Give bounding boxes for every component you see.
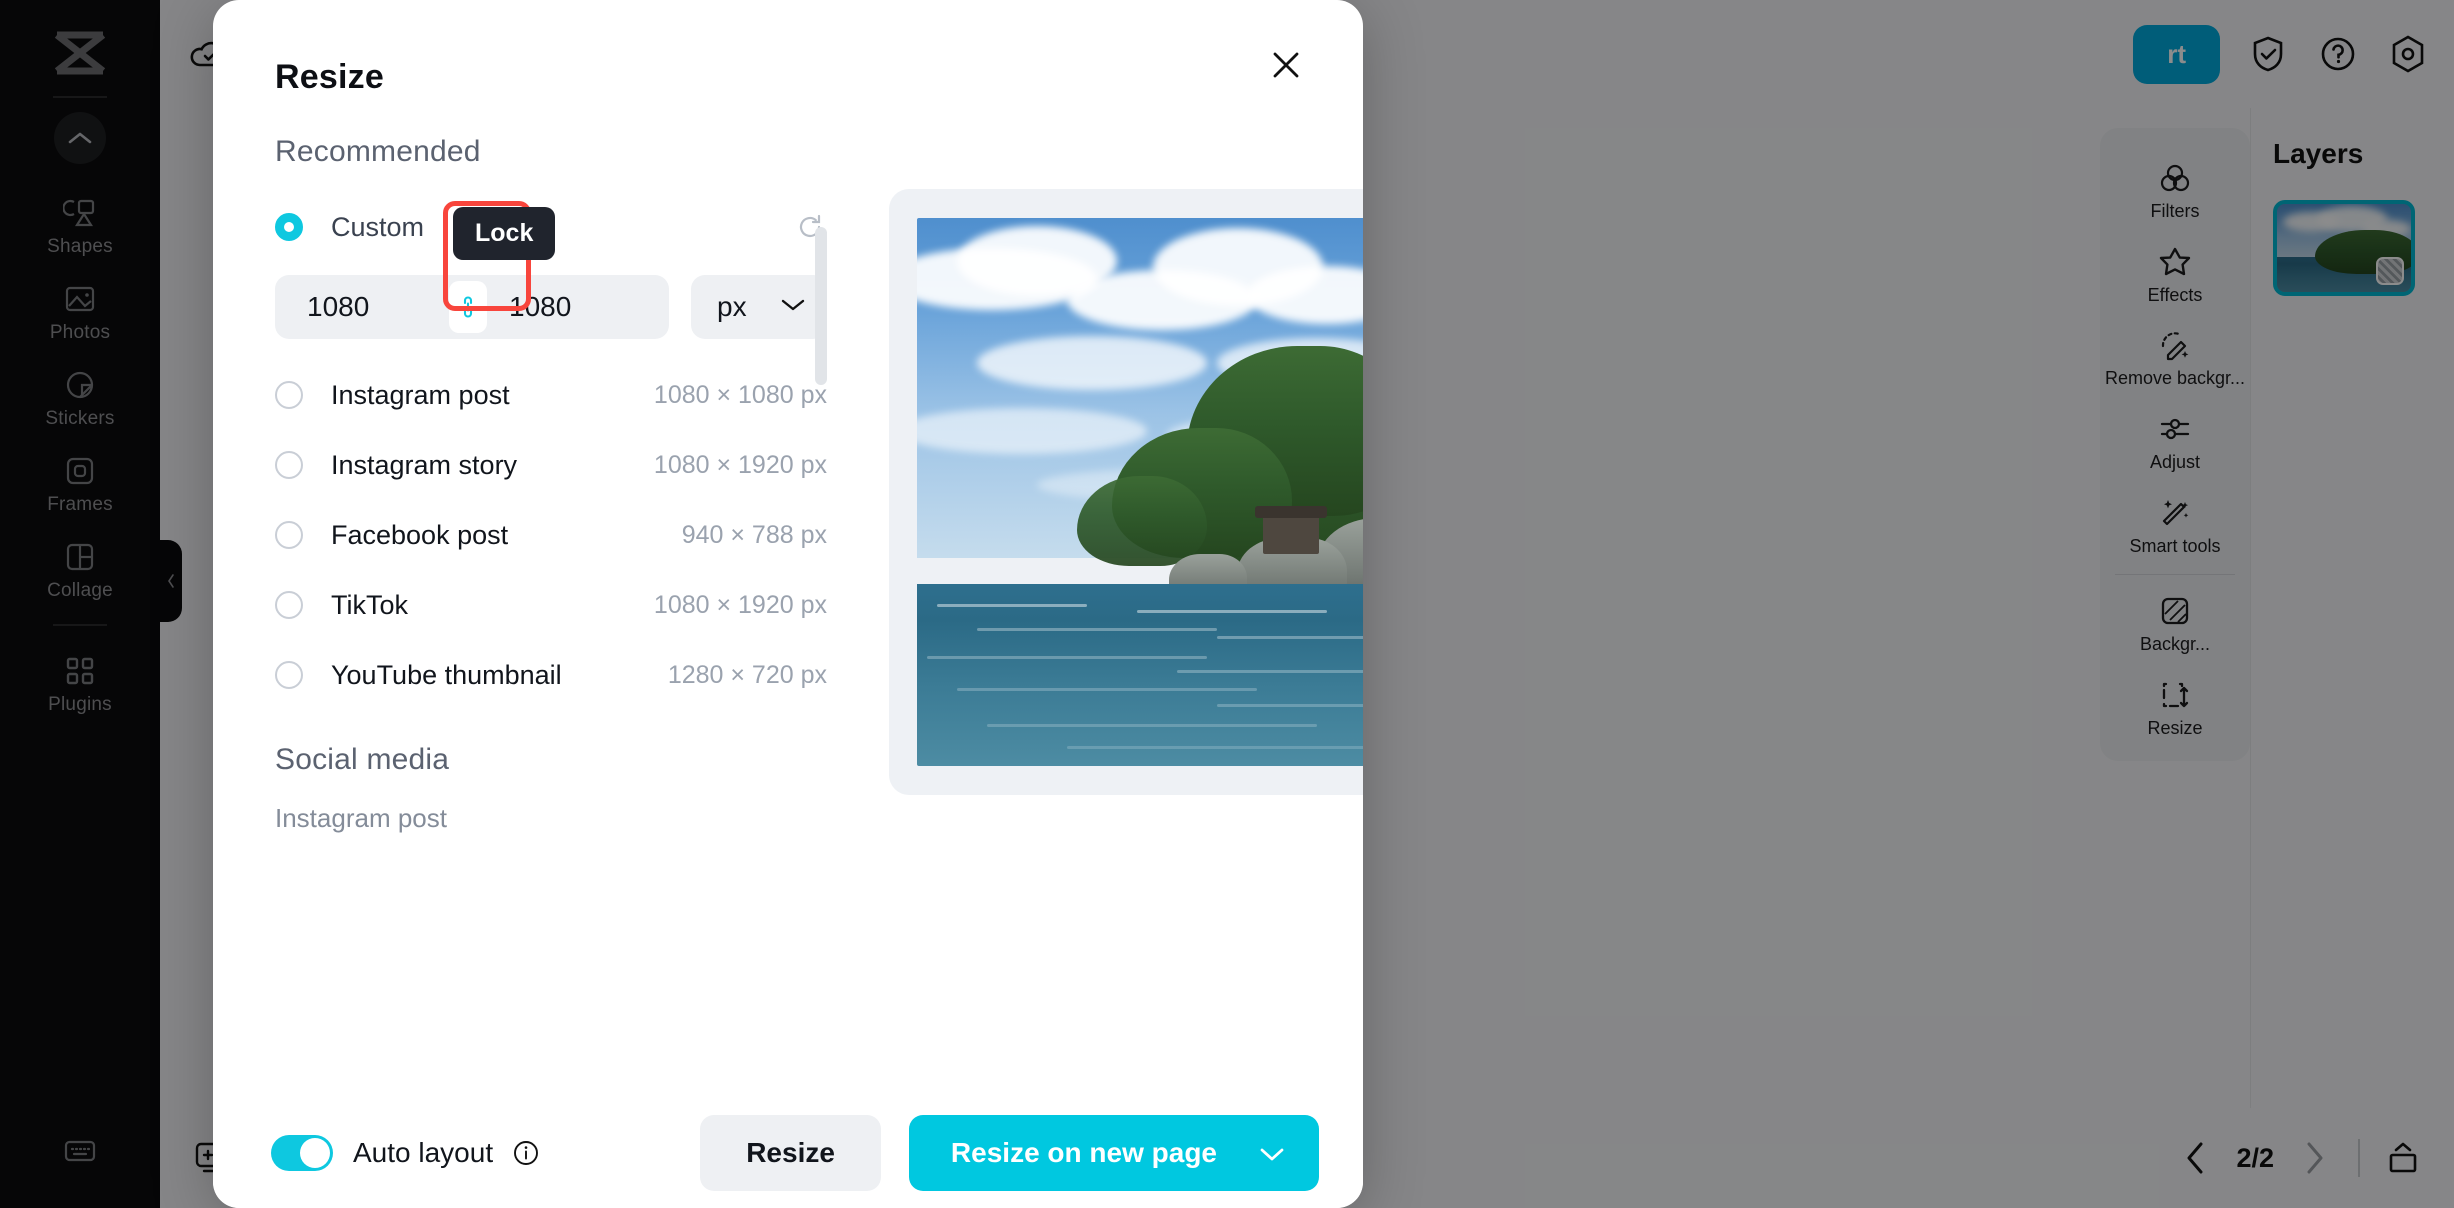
radio-preset[interactable] [275, 521, 303, 549]
social-media-item[interactable]: Instagram post [275, 803, 827, 834]
unit-value: px [717, 291, 747, 322]
presets-column: Recommended Custom 1080 1080 Lock px Ins… [275, 135, 827, 834]
preset-dimensions: 1080 × 1920 px [653, 450, 827, 479]
dimension-group: Lock [275, 201, 669, 339]
modal-footer: Auto layout Resize Resize on new page [213, 1096, 1363, 1208]
unit-select[interactable]: px [691, 275, 827, 339]
preset-label: Instagram post [331, 379, 510, 410]
preview-column [837, 135, 1363, 834]
auto-layout-control[interactable]: Auto layout [271, 1134, 539, 1171]
modal-title: Resize [275, 58, 384, 96]
preset-label: Custom [331, 211, 425, 242]
chevron-down-icon [781, 298, 805, 317]
resize-on-new-page-label: Resize on new page [950, 1136, 1217, 1168]
info-icon[interactable] [513, 1140, 539, 1166]
preset-row-instagram-story[interactable]: Instagram story 1080 × 1920 px [275, 443, 827, 487]
recommended-heading: Recommended [275, 135, 481, 168]
scrollbar-thumb[interactable] [815, 227, 827, 385]
width-input[interactable] [279, 291, 449, 323]
radio-preset[interactable] [275, 451, 303, 479]
radio-preset[interactable] [275, 661, 303, 689]
link-lock-icon[interactable] [449, 281, 487, 333]
lock-tooltip: Lock [453, 207, 556, 260]
preset-label: YouTube thumbnail [331, 659, 562, 690]
preset-dimensions: 1080 × 1080 px [653, 380, 827, 409]
close-icon[interactable] [1263, 42, 1309, 88]
auto-layout-label: Auto layout [353, 1136, 494, 1168]
radio-preset[interactable] [275, 591, 303, 619]
resize-button[interactable]: Resize [700, 1114, 881, 1191]
resize-modal: Resize Recommended Custom 1080 1080 Lock… [213, 0, 1363, 1208]
modal-scrollbar[interactable] [815, 227, 827, 787]
height-input[interactable] [487, 291, 657, 323]
custom-size-controls: Lock px [275, 201, 827, 339]
chevron-down-icon[interactable] [1259, 1137, 1285, 1169]
preset-dimensions: 940 × 788 px [681, 520, 827, 549]
preview-image [917, 218, 1363, 766]
resize-on-new-page-button[interactable]: Resize on new page [908, 1114, 1319, 1191]
preset-row-youtube-thumbnail[interactable]: YouTube thumbnail 1280 × 720 px [275, 653, 827, 697]
radio-preset[interactable] [275, 381, 303, 409]
preset-label: TikTok [331, 589, 409, 620]
social-media-heading: Social media [275, 743, 450, 776]
preset-dimensions: 1080 × 1920 px [653, 590, 827, 619]
auto-layout-toggle[interactable] [271, 1134, 333, 1171]
preset-row-facebook-post[interactable]: Facebook post 940 × 788 px [275, 513, 827, 557]
preset-row-instagram-post[interactable]: Instagram post 1080 × 1080 px [275, 373, 827, 417]
preview-card [889, 189, 1363, 795]
preset-row-tiktok[interactable]: TikTok 1080 × 1920 px [275, 583, 827, 627]
radio-custom[interactable] [275, 213, 303, 241]
preset-label: Facebook post [331, 519, 509, 550]
preset-label: Instagram story [331, 449, 518, 480]
preset-dimensions: 1280 × 720 px [667, 660, 827, 689]
